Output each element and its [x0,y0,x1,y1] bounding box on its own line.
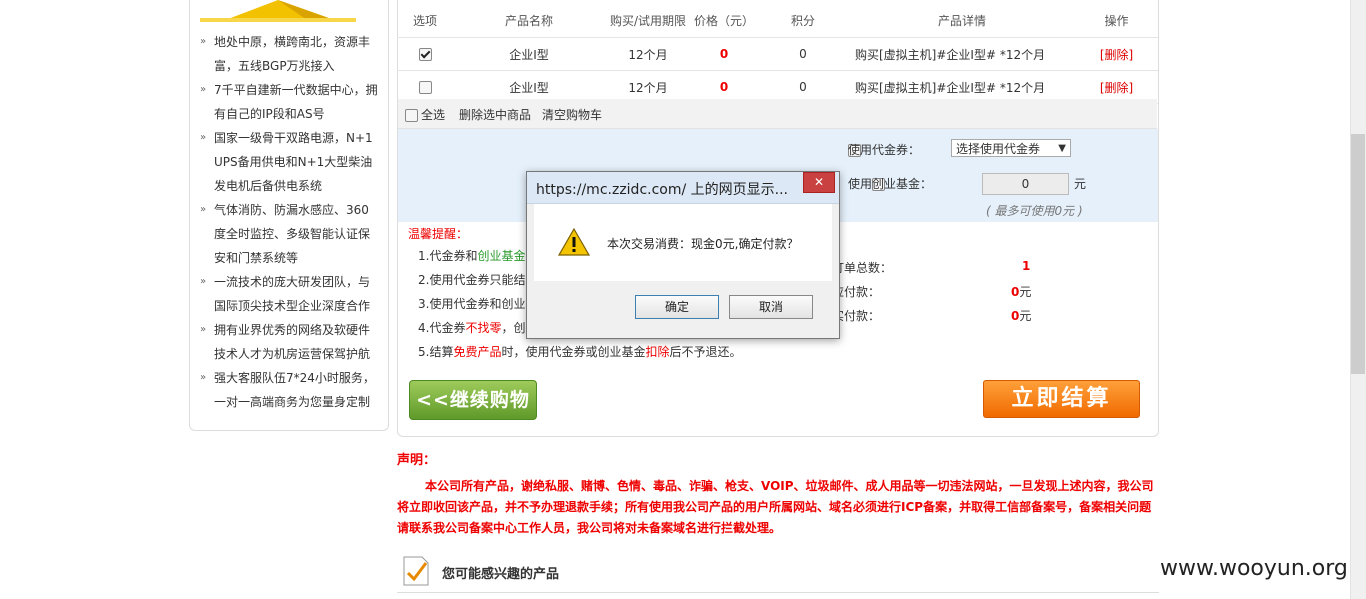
tip-5: 5.结算免费产品时，使用代金券或创业基金扣除后不予退还。 [418,345,742,359]
declaration-text: 本公司所有产品，谢绝私服、赌博、色情、毒品、诈骗、枪支、VOIP、垃圾邮件、成人… [397,479,1154,535]
feature-text: 气体消防、防漏水感应、360 [214,203,369,217]
bullet-arrow-icon: » [200,204,207,215]
ok-button[interactable]: 确定 [635,295,719,319]
warning-icon [558,228,590,256]
col-period: 购买/试用期限 [605,4,691,38]
feature-text: UPS备用供电和N+1大型柴油 [214,155,373,169]
bullet-arrow-icon: » [200,372,207,383]
delete-selected-link[interactable]: 删除选中商品 [459,106,531,123]
tip-3: 3.使用代金券和创业 [418,297,526,311]
row-checkbox[interactable] [418,81,432,94]
tip-1: 1.代金券和创业基金 [418,249,526,263]
feature-text: 一对一高端商务为您量身定制 [214,395,371,409]
pyramid-image [200,0,356,22]
bullet-arrow-icon: » [200,276,207,287]
bullet-arrow-icon: » [200,36,207,47]
feature-text: 度全时监控、多级智能认证保 [214,227,371,241]
dialog-message: 本次交易消费：现金0元,确定付款？ [607,237,799,251]
use-coupon-label: 使用代金券： [848,143,921,157]
chevron-down-icon: ▼ [1058,143,1066,154]
feature-text: 有自己的IP段和AS号 [214,107,325,121]
feature-item: » 一流技术的庞大研发团队，与 国际顶尖技术型企业深度合作 [200,270,380,318]
cart-table: 选项 产品名称 购买/试用期限 价格（元） 积分 产品详情 操作 企业I型 12… [397,4,1158,104]
select-all-label[interactable]: 全选 [421,106,445,123]
product-price: 0 [691,37,757,71]
feature-text: 发电机后备供电系统 [214,179,323,193]
tip-4: 4.代金券不找零，创 [418,321,526,335]
dialog-body: 本次交易消费：现金0元,确定付款？ [534,204,832,281]
feature-text: 拥有业界优秀的网络及软硬件 [214,323,371,337]
col-points: 积分 [757,4,849,38]
order-count-label: 订单总数： [832,261,893,275]
cancel-button[interactable]: 取消 [729,295,813,319]
feature-item: » 国家一级骨干双路电源，N+1 UPS备用供电和N+1大型柴油 发电机后备供电系统 [200,126,380,198]
feature-text: 强大客服队伍7*24小时服务， [214,371,375,385]
feature-text: 安和门禁系统等 [214,251,299,265]
bullet-arrow-icon: » [200,84,207,95]
coupon-select[interactable]: 选择使用代金券 ▼ [951,139,1071,157]
checklist-icon [403,556,429,586]
scrollbar-thumb[interactable] [1351,134,1365,374]
use-fund-label: 使用创业基金： [848,177,933,191]
col-price: 价格（元） [691,4,757,38]
close-icon[interactable]: ✕ [803,172,835,193]
interest-title: 您可能感兴趣的产品 [442,567,560,582]
col-detail: 产品详情 [849,4,1075,38]
sidebar-panel: » 地处中原，横跨南北，资源丰 富，五线BGP万兆接入 » 7千平自建新一代数据中心，拥… [189,0,389,431]
tip-2: 2.使用代金券只能结 [418,273,526,287]
feature-item: » 地处中原，横跨南北，资源丰 富，五线BGP万兆接入 [200,30,380,78]
feature-item: » 气体消防、防漏水感应、360 度全时监控、多级智能认证保 安和门禁系统等 [200,198,380,270]
tips-title: 温馨提醒： [408,227,469,241]
feature-text: 国际顶尖技术型企业深度合作 [214,299,371,313]
feature-text: 一流技术的庞大研发团队，与 [214,275,371,289]
product-period: 12个月 [605,37,691,71]
dialog-title: https://mc.zzidc.com/ 上的网页显示... [536,182,789,198]
confirm-dialog: https://mc.zzidc.com/ 上的网页显示... ✕ 本次交易消费… [526,171,840,339]
actual-pay-amount: 0元 [1011,309,1032,323]
feature-text: 技术人才为机房运营保驾护航 [214,347,371,361]
feature-text: 国家一级骨干双路电源，N+1 [214,131,373,145]
bullet-arrow-icon: » [200,132,207,143]
feature-item: » 拥有业界优秀的网络及软硬件 技术人才为机房运营保驾护航 [200,318,380,366]
watermark-text: www.wooyun.org [1160,556,1348,581]
feature-item: » 7千平自建新一代数据中心，拥 有自己的IP段和AS号 [200,78,380,126]
row-checkbox[interactable] [418,48,432,61]
order-count-value: 1 [1022,259,1031,273]
select-all-checkbox[interactable] [405,109,418,122]
col-product-name: 产品名称 [453,4,605,38]
declaration-title: 声明： [397,453,437,468]
col-action: 操作 [1075,4,1158,38]
feature-text: 富，五线BGP万兆接入 [214,59,335,73]
delete-link[interactable]: [删除] [1100,81,1133,95]
col-option: 选项 [397,4,453,38]
bullet-arrow-icon: » [200,324,207,335]
table-row: 企业I型 12个月 0 0 购买[虚拟主机]#企业I型# *12个月 [删除] [397,37,1158,71]
continue-shopping-button[interactable]: <<继续购物 [409,380,537,420]
fund-unit: 元 [1074,177,1087,191]
cart-header-row: 选项 产品名称 购买/试用期限 价格（元） 积分 产品详情 操作 [397,4,1158,38]
delete-link[interactable]: [删除] [1100,48,1133,62]
checkout-button[interactable]: 立即结算 [983,380,1140,418]
fund-amount-input[interactable]: 0 [982,173,1069,195]
feature-text: 7千平自建新一代数据中心，拥 [214,83,378,97]
feature-item: » 强大客服队伍7*24小时服务， 一对一高端商务为您量身定制 [200,366,380,414]
feature-text: 地处中原，横跨南北，资源丰 [214,35,371,49]
product-detail: 购买[虚拟主机]#企业I型# *12个月 [849,37,1075,71]
fund-hint: ( 最多可使用0元 ) [986,204,1083,218]
coupon-select-value: 选择使用代金券 [956,142,1041,156]
clear-cart-link[interactable]: 清空购物车 [542,106,602,123]
dialog-titlebar[interactable]: https://mc.zzidc.com/ 上的网页显示... ✕ [527,172,839,204]
payable-amount: 0元 [1011,285,1032,299]
product-name: 企业I型 [453,37,605,71]
product-points: 0 [757,37,849,71]
